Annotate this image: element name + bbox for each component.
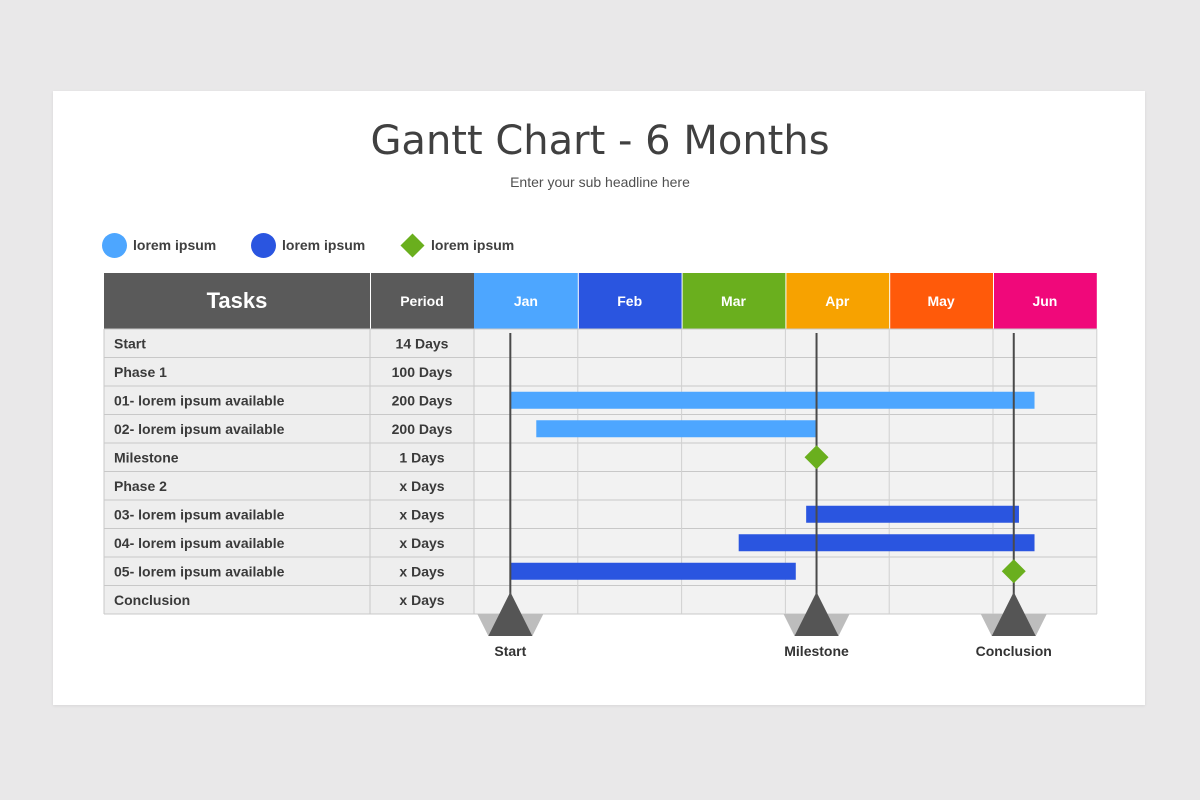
task-label: 02- lorem ipsum available bbox=[114, 421, 285, 437]
month-label-mar: Mar bbox=[721, 293, 746, 309]
task-label: Phase 1 bbox=[114, 364, 167, 380]
task-label: 05- lorem ipsum available bbox=[114, 563, 285, 579]
gantt-bar bbox=[806, 505, 1019, 523]
gantt-bar bbox=[510, 391, 1035, 409]
task-label: Phase 2 bbox=[114, 478, 167, 494]
marker-label-start: Start bbox=[494, 643, 526, 659]
tasks-header-label: Tasks bbox=[207, 288, 268, 313]
marker-label-conclusion: Conclusion bbox=[976, 643, 1052, 659]
gantt-bar bbox=[510, 562, 796, 580]
task-label: 01- lorem ipsum available bbox=[114, 392, 285, 408]
period-value: 14 Days bbox=[396, 335, 449, 351]
period-value: x Days bbox=[399, 592, 444, 608]
period-value: 100 Days bbox=[392, 364, 453, 380]
period-value: x Days bbox=[399, 506, 444, 522]
period-header-label: Period bbox=[400, 293, 444, 309]
period-value: x Days bbox=[399, 478, 444, 494]
period-value: 200 Days bbox=[392, 392, 453, 408]
period-value: x Days bbox=[399, 535, 444, 551]
task-label: Milestone bbox=[114, 449, 179, 465]
task-label: Start bbox=[114, 335, 146, 351]
period-value: x Days bbox=[399, 563, 444, 579]
month-label-jun: Jun bbox=[1032, 293, 1057, 309]
marker-label-milestone: Milestone bbox=[784, 643, 849, 659]
period-value: 200 Days bbox=[392, 421, 453, 437]
task-label: Conclusion bbox=[114, 592, 190, 608]
gantt-bar bbox=[738, 534, 1035, 552]
gantt-bar bbox=[536, 420, 817, 438]
month-label-jan: Jan bbox=[514, 293, 538, 309]
period-value: 1 Days bbox=[399, 449, 444, 465]
gantt-chart: Tasks Period Jan Feb Mar Apr May Jun Start 14 Day… bbox=[103, 273, 1098, 659]
month-label-may: May bbox=[927, 293, 954, 309]
month-label-feb: Feb bbox=[617, 293, 642, 309]
month-label-apr: Apr bbox=[825, 293, 850, 309]
task-label: 03- lorem ipsum available bbox=[114, 506, 285, 522]
task-label: 04- lorem ipsum available bbox=[114, 535, 285, 551]
